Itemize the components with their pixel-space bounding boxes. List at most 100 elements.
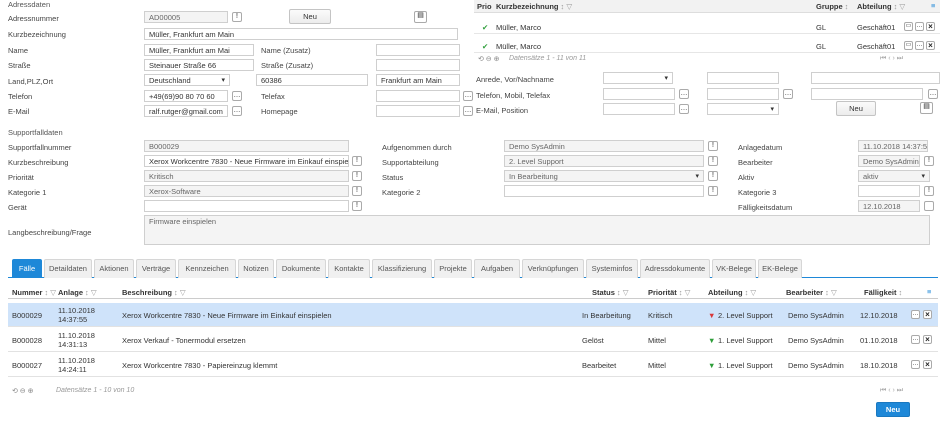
contact-new-button[interactable]: Neu xyxy=(836,101,876,116)
delete-icon[interactable]: × xyxy=(923,360,932,369)
card-icon[interactable]: ▭ xyxy=(904,22,913,31)
support-desc-field[interactable]: Xerox Workcentre 7830 - Neue Firmware im… xyxy=(144,155,349,167)
cases-col-due[interactable]: Fälligkeit ↕ xyxy=(864,288,902,297)
name-extra-field[interactable] xyxy=(376,44,460,56)
street-extra-field[interactable] xyxy=(376,59,460,71)
more-icon[interactable]: … xyxy=(915,22,924,31)
tab-aufgaben[interactable]: Aufgaben xyxy=(474,259,520,278)
card-icon[interactable]: ▭ xyxy=(904,41,913,50)
due-checkbox[interactable] xyxy=(924,201,934,211)
contacts-pager-icons[interactable]: ⟲ ⊖ ⊕ xyxy=(478,55,500,63)
more-icon[interactable]: … xyxy=(911,310,920,319)
tab-notizen[interactable]: Notizen xyxy=(238,259,274,278)
priority-field[interactable]: Kritisch xyxy=(144,170,349,182)
contact-email-field[interactable] xyxy=(603,103,675,115)
country-select[interactable]: Deutschland xyxy=(144,74,230,86)
contacts-col-group[interactable]: Gruppe ↕ xyxy=(816,2,848,11)
tab-klassifizierung[interactable]: Klassifizierung xyxy=(372,259,432,278)
zip-field[interactable]: 60386 xyxy=(256,74,368,86)
contact-email-more[interactable] xyxy=(679,104,689,114)
cases-col-created[interactable]: Anlage ↕ ▽ xyxy=(58,288,97,297)
support-dept-field[interactable]: 2. Level Support xyxy=(504,155,704,167)
delete-icon[interactable]: × xyxy=(923,335,932,344)
tab-dokumente[interactable]: Dokumente xyxy=(276,259,326,278)
due-field[interactable]: 12.10.2018 xyxy=(858,200,920,212)
active-select[interactable]: aktiv xyxy=(858,170,930,182)
delete-icon[interactable]: × xyxy=(926,41,935,50)
contacts-col-dept[interactable]: Abteilung ↕ ▽ xyxy=(857,2,905,11)
cases-col-number[interactable]: Nummer ↕ ▽ xyxy=(12,288,56,297)
street-field[interactable]: Steinauer Straße 66 xyxy=(144,59,254,71)
contacts-col-name[interactable]: Kurzbezeichnung ↕ ▽ xyxy=(496,2,572,11)
contact-position-select[interactable] xyxy=(707,103,779,115)
tab-faelle[interactable]: Fälle xyxy=(12,259,42,278)
cases-pager-icons[interactable]: ⟲ ⊖ ⊕ xyxy=(12,387,34,395)
fax-field[interactable] xyxy=(376,90,460,102)
more-icon[interactable]: … xyxy=(911,335,920,344)
phone-field[interactable]: +49(69)90 80 70 60 xyxy=(144,90,228,102)
cases-col-desc[interactable]: Beschreibung ↕ ▽ xyxy=(122,288,186,297)
contact-row[interactable]: ✔ Müller, Marco GL Geschäft01 ▭ … × xyxy=(474,20,940,34)
address-new-button[interactable]: Neu xyxy=(289,9,331,24)
address-number-field[interactable]: AD00005 xyxy=(144,11,228,23)
contact-mobile-more[interactable] xyxy=(783,89,793,99)
cases-col-dept[interactable]: Abteilung ↕ ▽ xyxy=(708,288,756,297)
name-field[interactable]: Müller, Frankfurt am Mai xyxy=(144,44,254,56)
tab-kennzeichen[interactable]: Kennzeichen xyxy=(178,259,236,278)
tab-projekte[interactable]: Projekte xyxy=(434,259,472,278)
fax-more-button[interactable] xyxy=(463,91,473,101)
tab-kontakte[interactable]: Kontakte xyxy=(328,259,370,278)
contact-phone-more[interactable] xyxy=(679,89,689,99)
more-icon[interactable]: … xyxy=(915,41,924,50)
status-select[interactable]: In Bearbeitung xyxy=(504,170,704,182)
created-field[interactable]: 11.10.2018 14:37:55 xyxy=(858,140,928,152)
table-row[interactable]: B000029 11.10.2018 14:37:55 Xerox Workce… xyxy=(8,303,938,327)
category1-field[interactable]: Xerox-Software xyxy=(144,185,349,197)
lastname-field[interactable] xyxy=(811,72,940,84)
contact-fax-field[interactable] xyxy=(811,88,923,100)
category2-field[interactable] xyxy=(504,185,704,197)
homepage-field[interactable] xyxy=(376,105,460,117)
tab-verknuepfungen[interactable]: Verknüpfungen xyxy=(522,259,584,278)
phone-more-button[interactable] xyxy=(232,91,242,101)
cases-col-priority[interactable]: Priorität ↕ ▽ xyxy=(648,288,690,297)
table-row[interactable]: B000027 11.10.2018 14:24:11 Xerox Workce… xyxy=(8,353,938,377)
device-field[interactable] xyxy=(144,200,349,212)
case-new-button[interactable]: Neu xyxy=(876,402,910,417)
editor-field[interactable]: Demo SysAdmin xyxy=(858,155,920,167)
table-row[interactable]: B000028 11.10.2018 14:31:13 Xerox Verkau… xyxy=(8,328,938,352)
column-settings-icon[interactable]: ≡ xyxy=(927,287,931,296)
clipboard-icon[interactable]: ▤ xyxy=(414,11,427,23)
contact-phone-field[interactable] xyxy=(603,88,675,100)
support-number-field[interactable]: B000029 xyxy=(144,140,349,152)
homepage-more-button[interactable] xyxy=(463,106,473,116)
long-desc-textarea[interactable]: Firmware einspielen xyxy=(144,215,930,245)
delete-icon[interactable]: × xyxy=(926,22,935,31)
cases-col-status[interactable]: Status ↕ ▽ xyxy=(592,288,629,297)
tab-ek-belege[interactable]: EK-Belege xyxy=(758,259,802,278)
email-field[interactable]: ralf.rutger@gmail.com xyxy=(144,105,228,117)
tab-aktionen[interactable]: Aktionen xyxy=(94,259,134,278)
cases-col-editor[interactable]: Bearbeiter ↕ ▽ xyxy=(786,288,837,297)
cases-pagination[interactable]: ⏮ ‹ › ⏭ xyxy=(880,387,903,395)
contact-fax-more[interactable] xyxy=(928,89,938,99)
column-settings-icon[interactable]: ≡ xyxy=(931,1,935,10)
delete-icon[interactable]: × xyxy=(923,310,932,319)
short-name-field[interactable]: Müller, Frankfurt am Main xyxy=(144,28,458,40)
category3-field[interactable] xyxy=(858,185,920,197)
firstname-field[interactable] xyxy=(707,72,779,84)
more-icon[interactable]: … xyxy=(911,360,920,369)
salutation-select[interactable] xyxy=(603,72,673,84)
contacts-col-prio[interactable]: Prio xyxy=(477,2,492,11)
clipboard-icon[interactable]: ▤ xyxy=(920,102,933,114)
tab-vertraege[interactable]: Verträge xyxy=(136,259,176,278)
recorded-by-field[interactable]: Demo SysAdmin xyxy=(504,140,704,152)
email-more-button[interactable] xyxy=(232,106,242,116)
contact-mobile-field[interactable] xyxy=(707,88,779,100)
tab-detaildaten[interactable]: Detaildaten xyxy=(44,259,92,278)
tab-vk-belege[interactable]: VK-Belege xyxy=(712,259,756,278)
city-field[interactable]: Frankfurt am Main xyxy=(376,74,460,86)
tab-adressdokumente[interactable]: Adressdokumente xyxy=(640,259,710,278)
tab-systeminfos[interactable]: Systeminfos xyxy=(586,259,638,278)
contact-row[interactable]: ✔ Müller, Marco GL Geschäft01 ▭ … × xyxy=(474,39,940,53)
